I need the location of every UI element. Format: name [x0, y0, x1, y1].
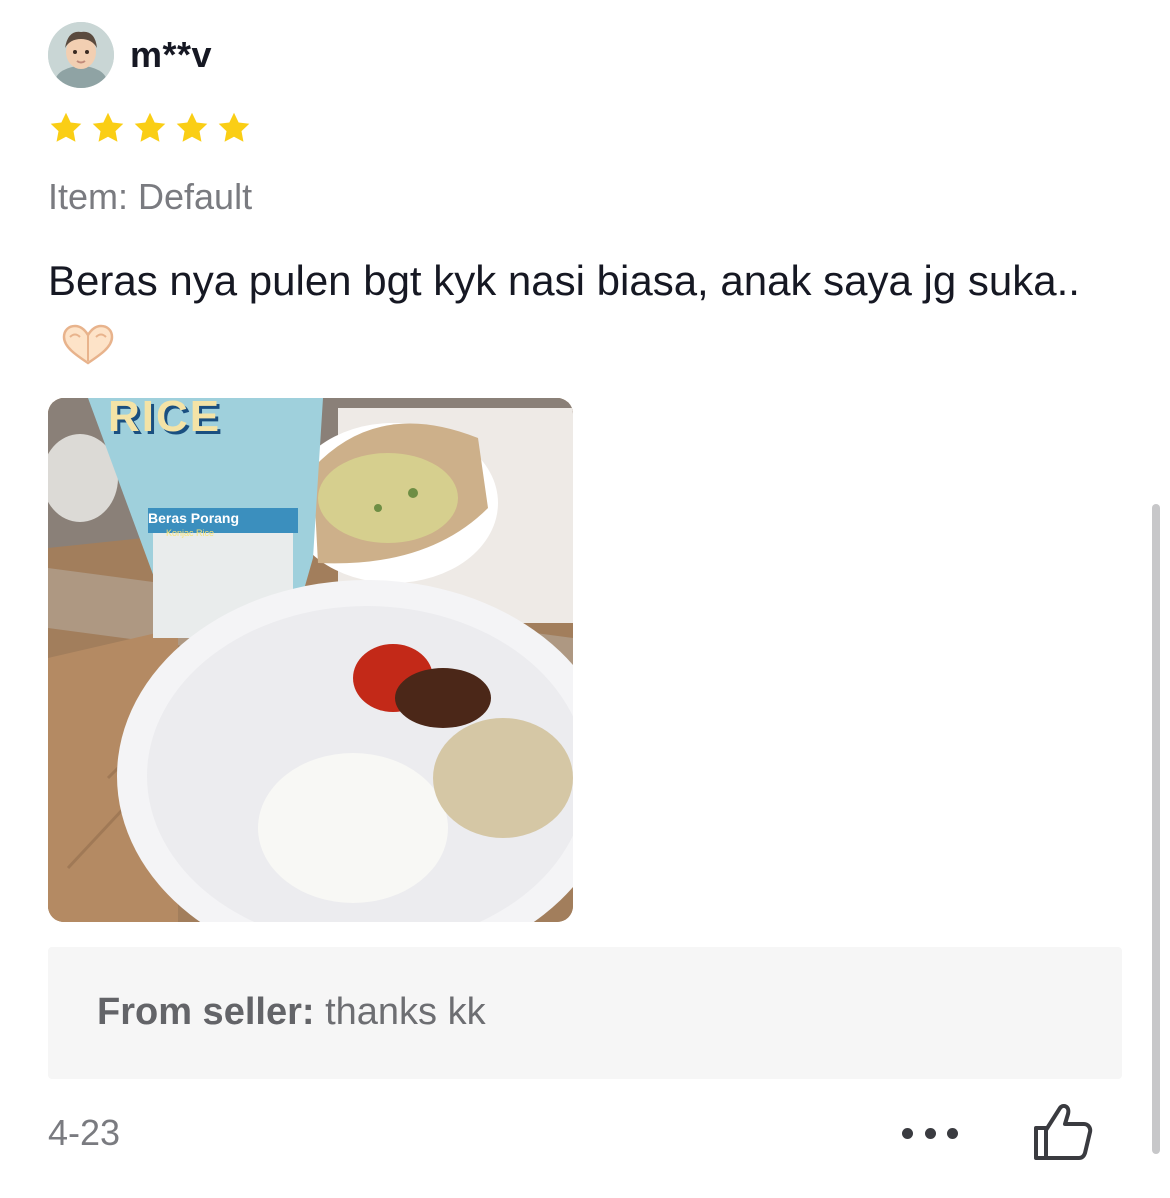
- review-text: Beras nya pulen bgt kyk nasi biasa, anak…: [48, 257, 1080, 304]
- star-icon: [218, 112, 250, 142]
- dot: [947, 1127, 958, 1139]
- username[interactable]: m**v: [130, 34, 212, 76]
- star-rating: [48, 110, 252, 146]
- seller-reply-text: thanks kk: [325, 991, 486, 1033]
- seller-reply: From seller: thanks kk: [48, 947, 1122, 1079]
- scrollbar[interactable]: [1152, 504, 1160, 1154]
- review-text-block: Beras nya pulen bgt kyk nasi biasa, anak…: [48, 248, 1088, 380]
- seller-reply-label: From seller:: [97, 991, 315, 1033]
- review-photo[interactable]: RICE Beras Porang Konjac Rice: [48, 398, 573, 922]
- review-header: m**v: [48, 22, 212, 88]
- thumbs-up-icon[interactable]: [1030, 1100, 1094, 1164]
- package-product: Beras Porang: [148, 510, 240, 526]
- package-brand: RICE: [108, 398, 222, 441]
- item-variant: Item: Default: [48, 176, 253, 217]
- heart-hands-icon: [62, 324, 114, 365]
- more-dots-icon[interactable]: [902, 1118, 958, 1148]
- package-sub: Konjac Rice: [166, 528, 215, 538]
- star-icon: [134, 112, 166, 142]
- star-icon: [50, 112, 82, 142]
- seller-reply-text-block: From seller: thanks kk: [97, 991, 486, 1034]
- star-icon: [176, 112, 208, 142]
- star-icon: [92, 112, 124, 142]
- dot: [924, 1127, 936, 1139]
- dot: [902, 1127, 913, 1139]
- avatar[interactable]: [48, 22, 114, 88]
- review-date: 4-23: [48, 1112, 121, 1153]
